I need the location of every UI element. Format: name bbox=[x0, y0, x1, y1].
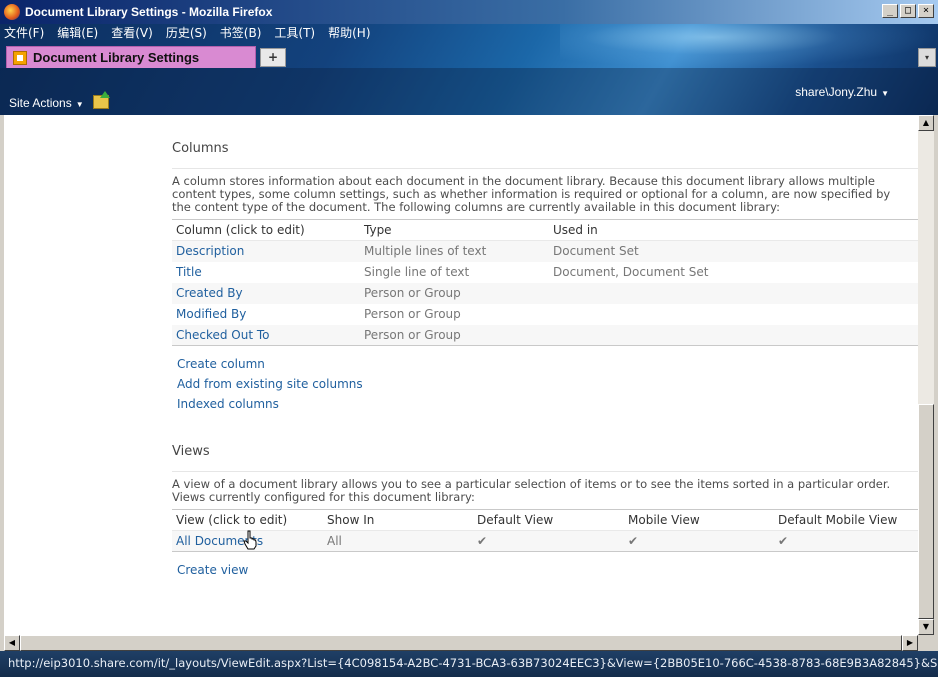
default-mobile-view-check-icon: ✔ bbox=[774, 530, 918, 552]
column-used-in bbox=[549, 304, 918, 325]
menu-file[interactable]: 文件(F) bbox=[4, 24, 44, 42]
column-link-title[interactable]: Title bbox=[176, 265, 202, 279]
column-link-description[interactable]: Description bbox=[176, 244, 244, 258]
columns-table: Column (click to edit) Type Used in Desc… bbox=[172, 219, 918, 346]
firefox-icon bbox=[4, 4, 20, 20]
column-used-in bbox=[549, 324, 918, 346]
view-header-default-view: Default View bbox=[473, 509, 624, 531]
window-controls: _ □ × bbox=[882, 4, 934, 18]
user-menu[interactable]: share\Jony.Zhu ▼ bbox=[795, 85, 889, 99]
column-header-name: Column (click to edit) bbox=[172, 219, 360, 241]
column-actions: Create column Add from existing site col… bbox=[172, 354, 918, 414]
menu-history[interactable]: 历史(S) bbox=[166, 24, 207, 42]
table-row: Checked Out To Person or Group bbox=[172, 324, 918, 346]
column-used-in: Document, Document Set bbox=[553, 265, 709, 279]
table-row: Modified By Person or Group bbox=[172, 304, 918, 325]
vertical-scrollbar[interactable]: ▲ ▼ bbox=[918, 115, 934, 635]
column-used-in: Document Set bbox=[549, 240, 918, 262]
view-header-show-in: Show In bbox=[323, 509, 473, 531]
column-link-created-by[interactable]: Created By bbox=[176, 286, 243, 300]
view-actions: Create view bbox=[172, 560, 918, 580]
settings-content: Columns A column stores information abou… bbox=[172, 115, 918, 580]
columns-description: A column stores information about each d… bbox=[172, 168, 918, 214]
default-view-check-icon: ✔ bbox=[473, 530, 624, 552]
table-header-row: View (click to edit) Show In Default Vie… bbox=[172, 509, 918, 531]
indexed-columns-link[interactable]: Indexed columns bbox=[177, 397, 279, 411]
column-type: Multiple lines of text bbox=[360, 240, 549, 262]
tab-document-library-settings[interactable]: Document Library Settings bbox=[6, 46, 256, 68]
browser-chrome: 文件(F) 编辑(E) 查看(V) 历史(S) 书签(B) 工具(T) 帮助(H… bbox=[0, 24, 938, 115]
new-tab-button[interactable]: + bbox=[260, 48, 286, 67]
window-title-bar[interactable]: Document Library Settings - Mozilla Fire… bbox=[0, 0, 938, 24]
scrollbar-corner bbox=[918, 635, 934, 651]
close-button[interactable]: × bbox=[918, 4, 934, 18]
column-link-checked-out-to[interactable]: Checked Out To bbox=[176, 328, 270, 342]
view-show-in: All bbox=[323, 530, 473, 552]
user-name: share\Jony.Zhu bbox=[795, 85, 878, 99]
chevron-down-icon: ▼ bbox=[75, 100, 84, 109]
create-view-link[interactable]: Create view bbox=[177, 563, 248, 577]
column-type: Person or Group bbox=[360, 324, 549, 346]
column-used-in bbox=[549, 282, 918, 304]
sharepoint-top-bar: Site Actions ▼ share\Jony.Zhu ▼ bbox=[0, 68, 938, 115]
menu-bookmarks[interactable]: 书签(B) bbox=[220, 24, 262, 42]
column-type: Single line of text bbox=[364, 265, 470, 279]
menu-help[interactable]: 帮助(H) bbox=[328, 24, 370, 42]
navigate-up-icon[interactable] bbox=[93, 91, 110, 109]
scroll-left-arrow-icon[interactable]: ◀ bbox=[4, 635, 20, 651]
maximize-button[interactable]: □ bbox=[900, 4, 916, 18]
page-viewport: Columns A column stores information abou… bbox=[4, 115, 918, 635]
list-all-tabs-button[interactable]: ▾ bbox=[918, 48, 936, 67]
tab-strip: Document Library Settings + ▾ bbox=[0, 44, 938, 68]
table-row: Description Multiple lines of text Docum… bbox=[172, 240, 918, 262]
columns-heading: Columns bbox=[172, 141, 229, 156]
horizontal-scroll-thumb[interactable] bbox=[20, 635, 902, 651]
views-heading: Views bbox=[172, 444, 210, 459]
status-bar-url: http://eip3010.share.com/it/_layouts/Vie… bbox=[0, 651, 938, 677]
menu-bar: 文件(F) 编辑(E) 查看(V) 历史(S) 书签(B) 工具(T) 帮助(H… bbox=[4, 24, 371, 42]
column-header-used-in: Used in bbox=[549, 219, 918, 241]
menu-view[interactable]: 查看(V) bbox=[111, 24, 153, 42]
view-header-default-mobile-view: Default Mobile View bbox=[774, 509, 918, 531]
table-row: Created By Person or Group bbox=[172, 282, 918, 304]
add-existing-site-columns-link[interactable]: Add from existing site columns bbox=[177, 377, 363, 391]
table-row: All Documents All ✔ ✔ ✔ bbox=[172, 530, 918, 552]
column-type: Person or Group bbox=[364, 307, 461, 321]
scroll-right-arrow-icon[interactable]: ▶ bbox=[902, 635, 918, 651]
vertical-scroll-thumb[interactable] bbox=[918, 404, 934, 619]
view-header-name: View (click to edit) bbox=[172, 509, 323, 531]
views-description: A view of a document library allows you … bbox=[172, 471, 918, 504]
horizontal-scrollbar[interactable]: ◀ ▶ bbox=[4, 635, 918, 651]
window-title: Document Library Settings - Mozilla Fire… bbox=[25, 5, 273, 19]
column-type: Person or Group bbox=[360, 282, 549, 304]
menu-edit[interactable]: 编辑(E) bbox=[57, 24, 98, 42]
table-header-row: Column (click to edit) Type Used in bbox=[172, 219, 918, 241]
site-actions-label: Site Actions bbox=[9, 96, 72, 110]
scroll-down-arrow-icon[interactable]: ▼ bbox=[918, 619, 934, 635]
tab-label: Document Library Settings bbox=[33, 50, 200, 65]
column-header-type: Type bbox=[360, 219, 549, 241]
sharepoint-favicon-icon bbox=[13, 50, 27, 65]
minimize-button[interactable]: _ bbox=[882, 4, 898, 18]
chevron-down-icon: ▼ bbox=[881, 89, 889, 98]
table-row: Title Single line of text Document, Docu… bbox=[172, 262, 918, 283]
column-link-modified-by[interactable]: Modified By bbox=[176, 307, 246, 321]
menu-tools[interactable]: 工具(T) bbox=[274, 24, 315, 42]
hand-pointer-cursor-icon bbox=[243, 530, 257, 550]
scroll-up-arrow-icon[interactable]: ▲ bbox=[918, 115, 934, 131]
view-header-mobile-view: Mobile View bbox=[624, 509, 774, 531]
create-column-link[interactable]: Create column bbox=[177, 357, 265, 371]
mobile-view-check-icon: ✔ bbox=[624, 530, 774, 552]
site-actions-menu[interactable]: Site Actions ▼ bbox=[9, 96, 84, 110]
views-table: View (click to edit) Show In Default Vie… bbox=[172, 509, 918, 552]
